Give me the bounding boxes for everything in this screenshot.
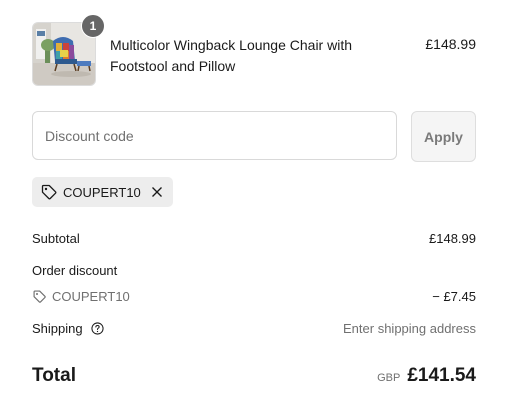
discount-code-label: COUPERT10 <box>52 289 130 304</box>
total-value-wrap: GBP £141.54 <box>377 365 476 387</box>
product-thumbnail-wrapper: 1 <box>32 14 105 86</box>
total-label: Total <box>32 365 76 386</box>
total-row: Total GBP £141.54 <box>32 363 476 391</box>
applied-code-label: COUPERT10 <box>63 184 141 200</box>
product-price: £148.99 <box>425 36 476 52</box>
discount-value: − £7.45 <box>432 289 476 304</box>
help-icon[interactable] <box>91 322 104 335</box>
subtotal-label: Subtotal <box>32 231 80 246</box>
order-discount-row: Order discount <box>32 263 476 278</box>
product-name: Multicolor Wingback Lounge Chair with Fo… <box>110 37 352 74</box>
cart-line-item: 1 Multicolor Wingback Lounge Chair with … <box>32 14 476 86</box>
discount-code-row: COUPERT10 − £7.45 <box>32 289 476 304</box>
order-discount-label: Order discount <box>32 263 118 278</box>
shipping-value: Enter shipping address <box>343 321 476 336</box>
applied-discount-chip: COUPERT10 <box>32 177 173 207</box>
subtotal-value: £148.99 <box>429 231 476 246</box>
shipping-row: Shipping Enter shipping address <box>32 321 476 336</box>
subtotal-row: Subtotal £148.99 <box>32 231 476 246</box>
discount-code-wrap: COUPERT10 <box>32 289 476 304</box>
apply-discount-button[interactable]: Apply <box>411 111 476 162</box>
close-icon[interactable] <box>150 185 164 199</box>
quantity-badge: 1 <box>81 14 105 38</box>
tag-icon <box>40 183 58 201</box>
currency-code: GBP <box>377 372 401 384</box>
tag-icon <box>32 289 47 304</box>
shipping-label: Shipping <box>32 321 83 336</box>
total-amount: £141.54 <box>407 365 476 386</box>
discount-code-input[interactable] <box>32 111 397 160</box>
discount-form: Apply <box>32 111 476 162</box>
